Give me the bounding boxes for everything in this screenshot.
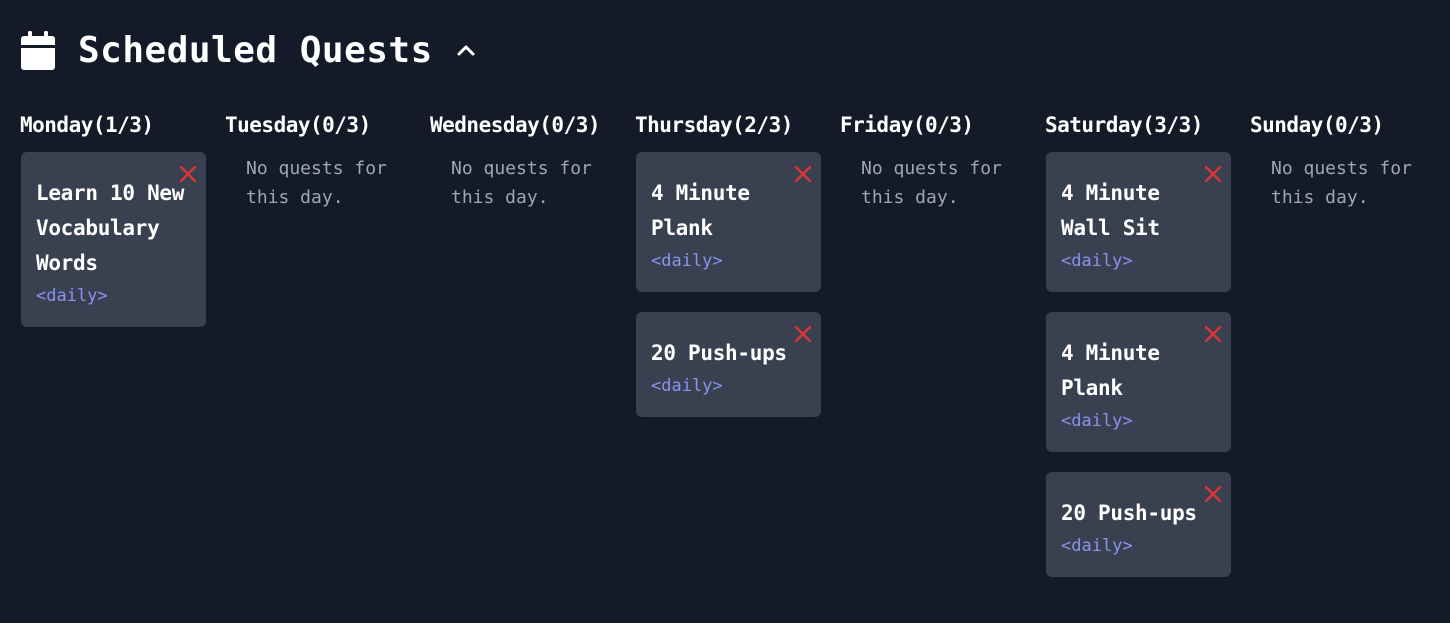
day-title: Saturday(3/3) xyxy=(1045,113,1203,137)
chevron-up-icon[interactable] xyxy=(455,39,477,61)
empty-day-message: No quests for this day. xyxy=(861,158,1002,208)
quest-card[interactable]: 4 Minute Plank <daily> xyxy=(1046,312,1231,452)
quest-frequency-tag: <daily> xyxy=(1061,251,1133,271)
remove-quest-icon[interactable] xyxy=(1203,164,1223,184)
quest-card[interactable]: 4 Minute Plank <daily> xyxy=(636,152,821,292)
quest-card[interactable]: Learn 10 New Vocabulary Words <daily> xyxy=(21,152,206,327)
day-title: Monday(1/3) xyxy=(20,113,154,137)
quest-title: 4 Minute Plank xyxy=(1061,341,1160,400)
day-title: Wednesday(0/3) xyxy=(430,113,601,137)
remove-quest-icon[interactable] xyxy=(793,164,813,184)
quest-title: 4 Minute Wall Sit xyxy=(1061,181,1160,240)
quest-card[interactable]: 20 Push-ups <daily> xyxy=(1046,472,1231,577)
empty-day-message: No quests for this day. xyxy=(451,158,592,208)
quest-frequency-tag: <daily> xyxy=(651,251,723,271)
quest-title: 4 Minute Plank xyxy=(651,181,750,240)
calendar-icon xyxy=(21,31,55,70)
day-column: Wednesday(0/3) No quests for this day. xyxy=(430,110,616,577)
day-column: Saturday(3/3) 4 Minute Wall Sit <daily> 4 M… xyxy=(1045,110,1231,577)
quest-title: 20 Push-ups xyxy=(1061,501,1197,525)
quest-title: Learn 10 New Vocabulary Words xyxy=(36,181,185,275)
quest-card[interactable]: 20 Push-ups <daily> xyxy=(636,312,821,417)
day-title: Friday(0/3) xyxy=(840,113,974,137)
remove-quest-icon[interactable] xyxy=(178,164,198,184)
remove-quest-icon[interactable] xyxy=(793,324,813,344)
page-title: Scheduled Quests xyxy=(78,29,433,71)
quest-frequency-tag: <daily> xyxy=(651,376,723,396)
quest-frequency-tag: <daily> xyxy=(36,286,108,306)
quest-title: 20 Push-ups xyxy=(651,341,787,365)
empty-day-message: No quests for this day. xyxy=(1271,158,1412,208)
day-column: Monday(1/3) Learn 10 New Vocabulary Words… xyxy=(20,110,206,577)
remove-quest-icon[interactable] xyxy=(1203,324,1223,344)
day-column: Thursday(2/3) 4 Minute Plank <daily> 20 Pus… xyxy=(635,110,821,577)
day-title: Thursday(2/3) xyxy=(635,113,793,137)
quest-card[interactable]: 4 Minute Wall Sit <daily> xyxy=(1046,152,1231,292)
day-column: Sunday(0/3) No quests for this day. xyxy=(1250,110,1436,577)
quest-frequency-tag: <daily> xyxy=(1061,411,1133,431)
quest-frequency-tag: <daily> xyxy=(1061,536,1133,556)
day-title: Sunday(0/3) xyxy=(1250,113,1384,137)
day-column: Friday(0/3) No quests for this day. xyxy=(840,110,1026,577)
day-column: Tuesday(0/3) No quests for this day. xyxy=(225,110,411,577)
empty-day-message: No quests for this day. xyxy=(246,158,387,208)
day-title: Tuesday(0/3) xyxy=(225,113,371,137)
section-header: Scheduled Quests xyxy=(21,28,477,72)
remove-quest-icon[interactable] xyxy=(1203,484,1223,504)
week-columns: Monday(1/3) Learn 10 New Vocabulary Words… xyxy=(20,110,1436,577)
